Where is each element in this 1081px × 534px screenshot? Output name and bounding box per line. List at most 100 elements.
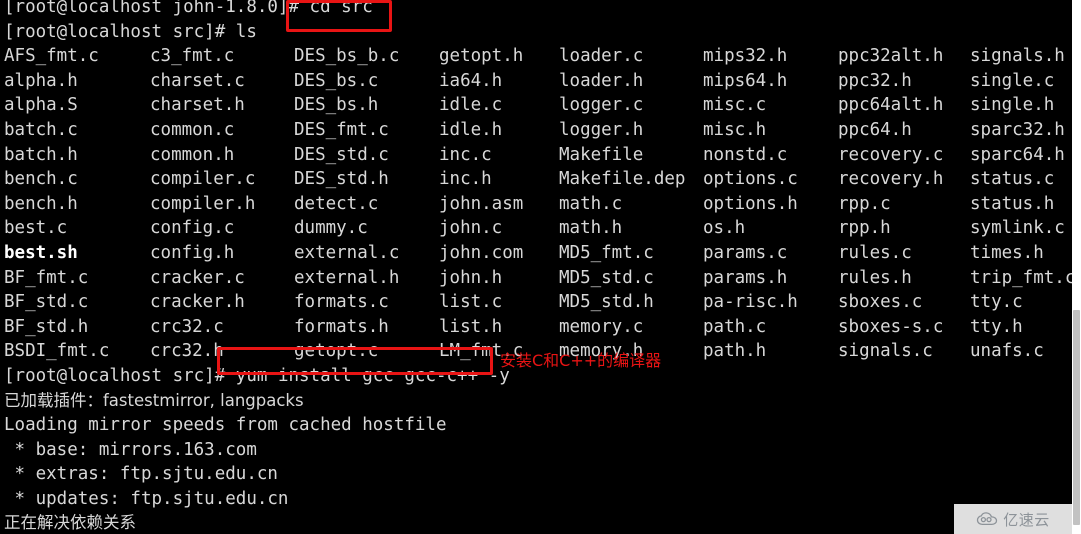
ls-entry: memory.c <box>559 316 644 337</box>
ls-entry: DES_std.c <box>294 144 389 165</box>
ls-entry: getopt.c <box>294 341 379 362</box>
ls-entry: external.h <box>294 267 400 288</box>
terminal-output-line: * base: mirrors.163.com <box>4 439 257 460</box>
ls-entry: unafs.c <box>970 341 1044 362</box>
ls-entry: nonstd.c <box>703 144 788 165</box>
ls-entry: misc.c <box>703 95 767 116</box>
ls-entry: math.c <box>559 193 623 214</box>
ls-entry: config.h <box>150 242 235 263</box>
ls-entry: symlink.c <box>970 218 1065 239</box>
ls-entry: AFS_fmt.c <box>4 46 99 67</box>
ls-entry: rpp.c <box>838 193 891 214</box>
ls-entry: math.h <box>559 218 623 239</box>
ls-entry: MD5_std.c <box>559 267 654 288</box>
ls-entry: bench.h <box>4 193 78 214</box>
ls-entry: recovery.h <box>838 169 944 190</box>
ls-entry: DES_std.h <box>294 169 389 190</box>
ls-row: bench.h compiler.h detect.c john.asm math.c o… <box>0 192 1072 217</box>
ls-entry: ppc32.h <box>838 70 912 91</box>
ls-entry: best.sh <box>4 242 78 263</box>
ls-entry: rules.h <box>838 267 912 288</box>
ls-entry: cracker.c <box>150 267 245 288</box>
ls-entry: tty.c <box>970 292 1023 313</box>
watermark: 亿速云 <box>954 504 1072 534</box>
scrollbar-thumb[interactable] <box>1073 310 1080 525</box>
ls-entry: BF_fmt.c <box>4 267 89 288</box>
ls-entry: list.h <box>439 316 503 337</box>
ls-entry: sparc64.h <box>970 144 1065 165</box>
terminal-line-prompt-cd: [root@localhost john-1.8.0]# cd src <box>0 0 1072 20</box>
terminal-line-prompt-ls: [root@localhost src]# ls <box>0 20 1072 45</box>
ls-entry: tty.h <box>970 316 1023 337</box>
ls-entry: cracker.h <box>150 292 245 313</box>
ls-entry: misc.h <box>703 119 767 140</box>
ls-entry: DES_bs.h <box>294 95 379 116</box>
command-cd-src: cd src <box>309 0 373 17</box>
ls-entry: status.h <box>970 193 1055 214</box>
ls-entry: options.h <box>703 193 798 214</box>
yum-output: 已加载插件：fastestmirror, langpacks Loading mi… <box>0 389 1072 534</box>
ls-entry: best.c <box>4 218 68 239</box>
ls-entry: rpp.h <box>838 218 891 239</box>
ls-entry: params.c <box>703 242 788 263</box>
terminal-output-line: 正在解决依赖关系 <box>4 513 136 533</box>
ls-entry: loader.h <box>559 70 644 91</box>
ls-entry: inc.c <box>439 144 492 165</box>
ls-entry: formats.h <box>294 316 389 337</box>
ls-entry: pa-risc.h <box>703 292 798 313</box>
ls-entry: Makefile <box>559 144 644 165</box>
terminal-output-line: * updates: ftp.sjtu.edu.cn <box>4 488 289 509</box>
ls-entry: BF_std.h <box>4 316 89 337</box>
ls-entry: DES_bs.c <box>294 70 379 91</box>
ls-entry: mips64.h <box>703 70 788 91</box>
ls-entry: loader.c <box>559 46 644 67</box>
ls-entry: BF_std.c <box>4 292 89 313</box>
ls-entry: external.c <box>294 242 400 263</box>
ls-row: BF_fmt.c cracker.c external.h john.h MD5_std… <box>0 266 1075 291</box>
ls-entry: john.h <box>439 267 503 288</box>
ls-entry: sparc32.h <box>970 119 1065 140</box>
ls-entry: idle.h <box>439 119 503 140</box>
ls-row: alpha.S charset.h DES_bs.h idle.c logger.c mi… <box>0 93 1072 118</box>
ls-entry: logger.h <box>559 119 644 140</box>
ls-entry: rules.c <box>838 242 912 263</box>
ls-row: BF_std.c cracker.h formats.c list.c MD5_std.… <box>0 290 1072 315</box>
ls-entry: sboxes-s.c <box>838 316 944 337</box>
ls-entry: bench.c <box>4 169 78 190</box>
ls-entry: ia64.h <box>439 70 503 91</box>
ls-entry: alpha.S <box>4 95 78 116</box>
ls-entry: single.c <box>970 70 1055 91</box>
ls-entry: MD5_std.h <box>559 292 654 313</box>
ls-entry: status.c <box>970 169 1055 190</box>
prompt-root-src: [root@localhost src]# <box>4 21 236 42</box>
ls-entry: MD5_fmt.c <box>559 242 654 263</box>
command-yum-install: yum install gcc gcc-c++ -y <box>235 365 510 386</box>
vertical-scrollbar[interactable] <box>1072 0 1081 534</box>
terminal-output-line: 已加载插件：fastestmirror, langpacks <box>4 390 304 410</box>
ls-entry: options.c <box>703 169 798 190</box>
ls-entry: common.c <box>150 119 235 140</box>
ls-entry: mips32.h <box>703 46 788 67</box>
ls-entry: alpha.h <box>4 70 78 91</box>
ls-entry: trip_fmt.c <box>970 267 1076 288</box>
ls-entry: crc32.c <box>150 316 224 337</box>
ls-entry: os.h <box>703 218 746 239</box>
terminal-output-line: * extras: ftp.sjtu.edu.cn <box>4 464 278 485</box>
ls-entry: times.h <box>970 242 1044 263</box>
prompt-root-src-2: [root@localhost src]# <box>4 365 236 386</box>
ls-entry: formats.c <box>294 292 389 313</box>
terminal-screen[interactable]: [root@localhost john-1.8.0]# cd src [roo… <box>0 0 1075 534</box>
ls-entry: params.h <box>703 267 788 288</box>
ls-entry: charset.c <box>150 70 245 91</box>
ls-entry: compiler.h <box>150 193 256 214</box>
ls-entry: list.c <box>439 292 503 313</box>
ls-entry: detect.c <box>294 193 379 214</box>
ls-entry: DES_fmt.c <box>294 119 389 140</box>
ls-entry: john.com <box>439 242 524 263</box>
ls-entry: signals.c <box>838 341 933 362</box>
ls-entry: common.h <box>150 144 235 165</box>
ls-row: bench.c compiler.c DES_std.h inc.h Makefile.… <box>0 167 1072 192</box>
annotation-compiler-note: 安装C和C++的编译器 <box>500 351 662 370</box>
ls-entry: batch.h <box>4 144 78 165</box>
ls-row: alpha.h charset.c DES_bs.c ia64.h loader.h mi… <box>0 69 1072 94</box>
